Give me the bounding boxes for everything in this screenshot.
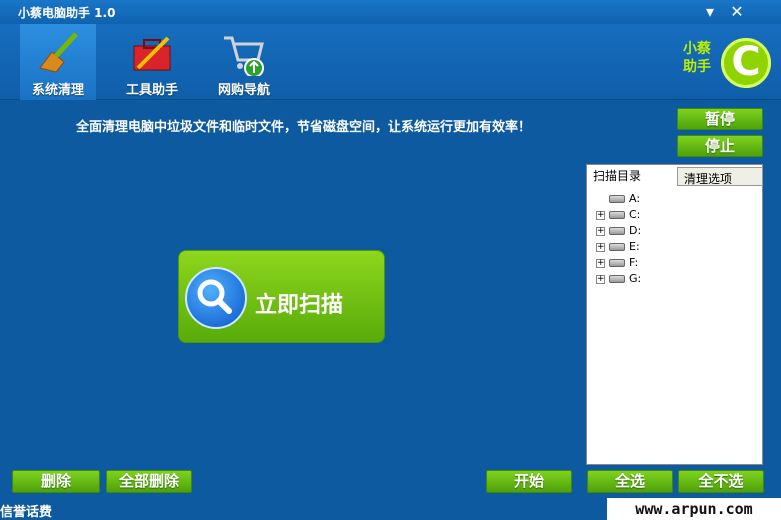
logo-line-2: 助手 <box>683 59 711 75</box>
stop-button[interactable]: 停止 <box>677 135 763 157</box>
expand-icon[interactable]: + <box>596 227 605 236</box>
tab-label: 网购导航 <box>217 83 270 98</box>
start-button[interactable]: 开始 <box>486 470 572 493</box>
hard-drive-icon <box>609 259 625 267</box>
floppy-drive-icon <box>609 195 625 203</box>
delete-button[interactable]: 删除 <box>12 470 100 493</box>
tab-system-clean[interactable]: 系统清理 <box>20 24 96 100</box>
toolbox-icon <box>133 36 171 71</box>
delete-all-button[interactable]: 全部删除 <box>106 470 192 493</box>
expand-icon[interactable]: + <box>596 211 605 220</box>
tab-label: 系统清理 <box>31 83 84 98</box>
drive-node-d[interactable]: + D: <box>593 223 753 239</box>
drive-label: F: <box>629 256 639 269</box>
drive-label: C: <box>629 208 641 221</box>
watermark: www.arpun.com <box>607 498 781 520</box>
expand-icon[interactable]: + <box>596 275 605 284</box>
tab-clean-options[interactable]: 清理选项 <box>677 167 763 186</box>
minimize-button[interactable]: ▾ <box>700 2 720 22</box>
scan-label: 立即扫描 <box>255 293 344 318</box>
logo-line-1: 小蔡 <box>683 41 711 57</box>
drive-label: A: <box>629 192 641 205</box>
hard-drive-icon <box>609 243 625 251</box>
drive-node-g[interactable]: + G: <box>593 271 753 287</box>
header-toolbar: 系统清理 工具助手 网购导航 小蔡 助手 C <box>0 24 781 100</box>
status-text[interactable]: 信誉话费 <box>0 501 52 520</box>
shopping-cart-icon <box>224 36 264 76</box>
tab-divider <box>677 185 763 186</box>
drive-node-f[interactable]: + F: <box>593 255 753 271</box>
logo-c-icon: C <box>721 38 771 88</box>
tab-tools[interactable]: 工具助手 <box>114 24 190 100</box>
drive-label: D: <box>629 224 642 237</box>
select-all-button[interactable]: 全选 <box>587 470 673 493</box>
pause-button[interactable]: 暂停 <box>677 108 763 130</box>
scan-now-button[interactable]: 立即扫描 <box>178 250 385 343</box>
expand-icon[interactable]: + <box>596 259 605 268</box>
scan-directory-panel: 扫描目录 清理选项 A: + C: + D: + E: + F: + G: <box>586 164 763 465</box>
drive-node-e[interactable]: + E: <box>593 239 753 255</box>
title-bar: 小蔡电脑助手 1.0 ▾ ✕ <box>0 0 781 24</box>
drive-node-a[interactable]: A: <box>593 191 753 207</box>
hard-drive-icon <box>609 275 625 283</box>
drive-label: G: <box>629 272 642 285</box>
logo-text: 小蔡 助手 <box>683 40 721 76</box>
magnifier-icon <box>185 267 247 329</box>
close-button[interactable]: ✕ <box>727 2 747 22</box>
hard-drive-icon <box>609 211 625 219</box>
tab-label: 工具助手 <box>125 83 178 98</box>
brand-logo: 小蔡 助手 C <box>683 38 773 92</box>
broom-icon <box>39 32 78 73</box>
drive-label: E: <box>629 240 640 253</box>
drive-node-c[interactable]: + C: <box>593 207 753 223</box>
drive-tree: A: + C: + D: + E: + F: + G: <box>593 191 753 287</box>
tab-scan-directory[interactable]: 扫描目录 <box>587 165 677 185</box>
tab-shopping-nav[interactable]: 网购导航 <box>206 24 282 100</box>
expand-icon[interactable]: + <box>596 243 605 252</box>
hard-drive-icon <box>609 227 625 235</box>
app-title: 小蔡电脑助手 1.0 <box>18 6 116 20</box>
select-none-button[interactable]: 全不选 <box>678 470 764 493</box>
tagline: 全面清理电脑中垃圾文件和临时文件，节省磁盘空间，让系统运行更加有效率！ <box>76 120 532 135</box>
